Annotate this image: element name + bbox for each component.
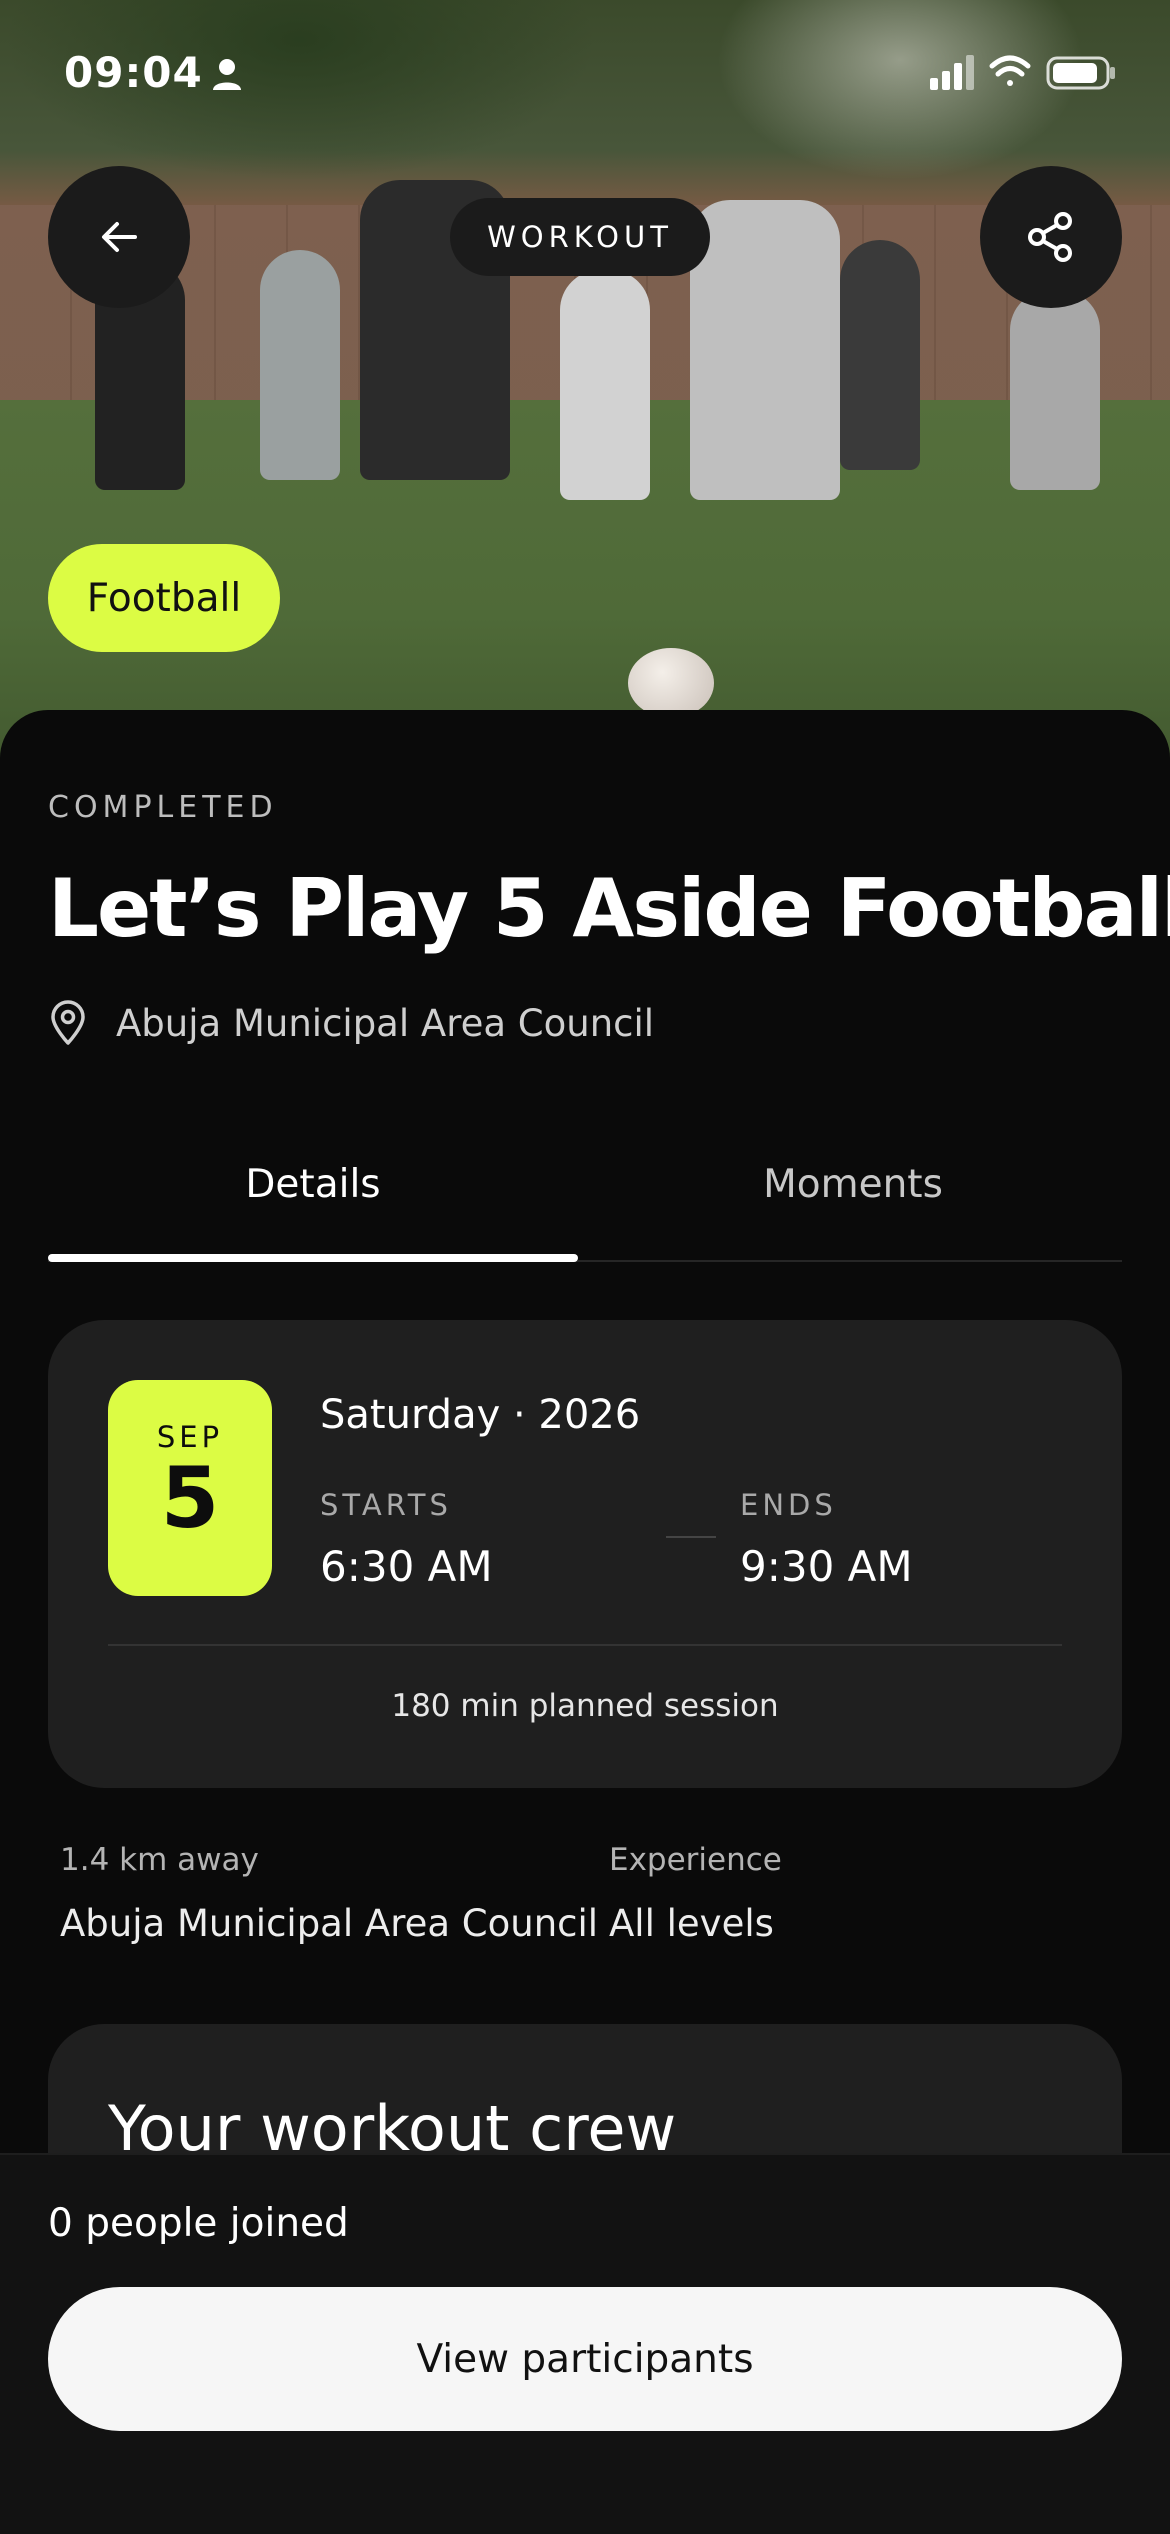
- football: [628, 648, 714, 718]
- experience-value: All levels: [609, 1902, 774, 1945]
- wifi-icon: [989, 55, 1031, 86]
- view-participants-button[interactable]: View participants: [48, 2287, 1122, 2431]
- bottom-action-bar: 0 people joined View participants: [0, 2153, 1170, 2534]
- player-figure: [260, 250, 340, 480]
- starts-time: 6:30 AM: [320, 1542, 493, 1591]
- signal-icon: [930, 55, 974, 90]
- player-figure: [1010, 290, 1100, 490]
- ends-label: ENDS: [740, 1488, 837, 1522]
- active-tab-indicator: [48, 1254, 578, 1262]
- tab-details[interactable]: Details: [48, 1130, 578, 1238]
- experience-label: Experience: [609, 1842, 782, 1878]
- back-button[interactable]: [48, 166, 190, 308]
- player-figure: [840, 240, 920, 470]
- share-icon: [1028, 212, 1072, 262]
- person-icon: [213, 59, 241, 90]
- date-badge: SEP 5: [108, 1380, 272, 1596]
- share-button[interactable]: [980, 166, 1122, 308]
- distance-label: 1.4 km away: [60, 1842, 259, 1878]
- status-icons: [930, 55, 1115, 90]
- tab-bar: Details Moments: [48, 1130, 1122, 1262]
- ends-time: 9:30 AM: [740, 1542, 913, 1591]
- status-time: 09:04: [64, 48, 203, 97]
- player-figure: [690, 200, 840, 500]
- schedule-card: SEP 5 Saturday · 2026 STARTS 6:30 AM END…: [48, 1320, 1122, 1788]
- sport-chip: Football: [48, 544, 280, 652]
- battery-icon: [1046, 56, 1115, 90]
- experience-info: Experience All levels: [609, 1842, 782, 1945]
- event-location-text: Abuja Municipal Area Council: [116, 1001, 655, 1045]
- distance-value: Abuja Municipal Area Council: [60, 1902, 599, 1945]
- time-separator: [666, 1536, 716, 1538]
- day-year: Saturday · 2026: [320, 1392, 641, 1438]
- category-pill: WORKOUT: [450, 198, 710, 276]
- tab-moments[interactable]: Moments: [588, 1130, 1118, 1238]
- player-figure: [560, 270, 650, 500]
- back-arrow-icon: [102, 222, 137, 252]
- distance-info: 1.4 km away Abuja Municipal Area Council: [60, 1842, 598, 1945]
- card-divider: [108, 1644, 1062, 1646]
- session-duration: 180 min planned session: [391, 1688, 779, 1724]
- joined-count: 0 people joined: [48, 2201, 349, 2246]
- starts-label: STARTS: [320, 1488, 452, 1522]
- location-pin-icon: [51, 1000, 85, 1045]
- event-status: COMPLETED: [48, 790, 278, 825]
- event-title: Let’s Play 5 Aside Football: [48, 862, 1170, 955]
- date-day: 5: [160, 1449, 220, 1547]
- event-location: Abuja Municipal Area Council: [48, 1000, 654, 1046]
